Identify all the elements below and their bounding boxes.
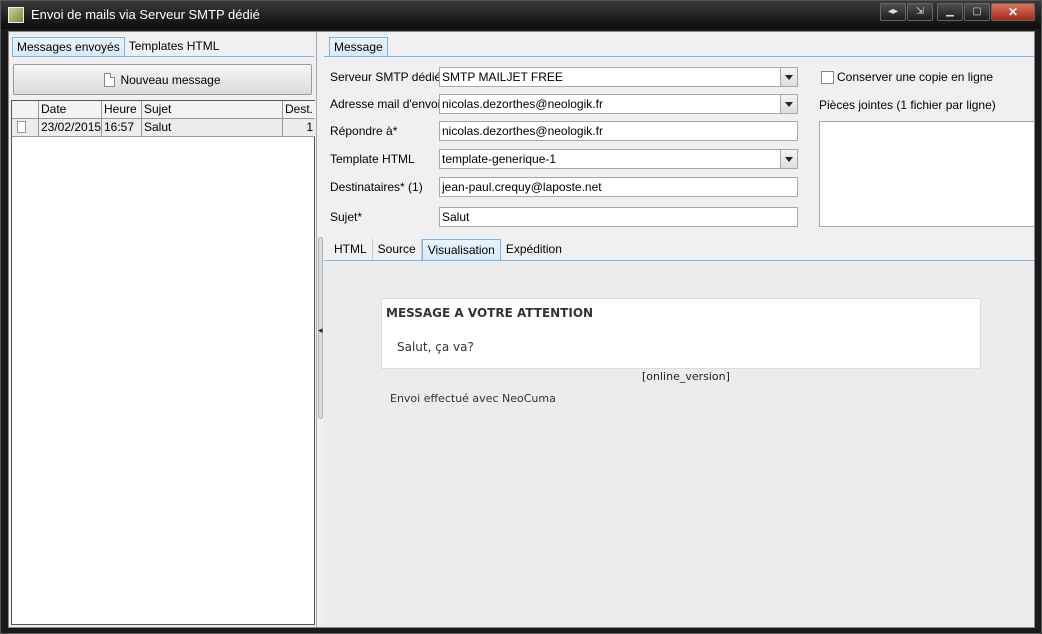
online-version-link[interactable]: [online_version] xyxy=(642,370,730,383)
minimize-button[interactable]: ▁ xyxy=(937,3,963,21)
reply-label: Répondre à* xyxy=(330,124,398,138)
column-header-date[interactable]: Date xyxy=(39,101,102,119)
document-icon xyxy=(17,121,26,133)
cell-subject: Salut xyxy=(142,119,283,137)
cell-dest: 1 xyxy=(283,119,315,137)
column-header-heure[interactable]: Heure xyxy=(102,101,142,119)
left-tab-divider xyxy=(12,56,314,57)
keep-copy-label[interactable]: Conserver une copie en ligne xyxy=(837,70,993,84)
content-tabs: HTML Source Visualisation Expédition xyxy=(329,239,567,260)
new-message-label: Nouveau message xyxy=(120,72,221,87)
smtp-server-select[interactable]: SMTP MAILJET FREE xyxy=(439,67,798,87)
attachments-textarea[interactable] xyxy=(819,121,1034,227)
recipients-label: Destinataires* (1) xyxy=(330,180,423,194)
email-preview: MESSAGE A VOTRE ATTENTION Salut, ça va? … xyxy=(324,261,1034,627)
chevron-left-icon[interactable]: ◂ xyxy=(318,325,323,336)
subject-label: Sujet* xyxy=(330,210,363,224)
email-card: MESSAGE A VOTRE ATTENTION Salut, ça va? xyxy=(381,298,981,369)
cell-date: 23/02/2015 xyxy=(39,119,102,137)
message-form: Message Serveur SMTP dédié* SMTP MAILJET… xyxy=(324,32,1034,240)
tab-expedition[interactable]: Expédition xyxy=(501,239,567,260)
left-pane: Messages envoyés Templates HTML Nouveau … xyxy=(9,32,316,627)
chevron-down-icon[interactable] xyxy=(780,95,797,113)
sent-messages-table: Date Heure Sujet Dest. 23/02/2015 16:57 … xyxy=(11,100,315,625)
from-address-select[interactable]: nicolas.dezorthes@neologik.fr xyxy=(439,94,798,114)
tab-visualisation[interactable]: Visualisation xyxy=(421,239,501,260)
left-tabs: Messages envoyés Templates HTML xyxy=(12,37,223,57)
table-header: Date Heure Sujet Dest. xyxy=(12,101,315,119)
recipients-input[interactable]: jean-paul.crequy@laposte.net xyxy=(439,177,798,197)
row-doc-cell xyxy=(12,119,39,137)
subject-input[interactable]: Salut xyxy=(439,207,798,227)
window-controls: ◂▸ ⇲ ▁ ▢ ✕ xyxy=(879,3,1035,21)
tab-source[interactable]: Source xyxy=(373,239,422,260)
tab-html[interactable]: HTML xyxy=(329,239,373,260)
column-header-dest[interactable]: Dest. xyxy=(283,101,315,119)
email-footer: Envoi effectué avec NeoCuma xyxy=(390,392,556,405)
template-select[interactable]: template-generique-1 xyxy=(439,149,798,169)
new-message-button[interactable]: Nouveau message xyxy=(13,64,312,95)
tab-messages-envoyes[interactable]: Messages envoyés xyxy=(12,37,125,56)
tab-message[interactable]: Message xyxy=(329,37,388,56)
template-value: template-generique-1 xyxy=(442,152,557,166)
exit-button[interactable]: ⇲ xyxy=(907,3,933,21)
title-bar[interactable]: Envoi de mails via Serveur SMTP dédié ◂▸… xyxy=(1,1,1041,29)
right-pane: Message Serveur SMTP dédié* SMTP MAILJET… xyxy=(324,32,1034,627)
from-value: nicolas.dezorthes@neologik.fr xyxy=(442,97,603,111)
cell-time: 16:57 xyxy=(102,119,142,137)
tab-templates-html[interactable]: Templates HTML xyxy=(125,37,224,56)
attachments-label: Pièces jointes (1 fichier par ligne) xyxy=(819,98,996,112)
reply-to-input[interactable]: nicolas.dezorthes@neologik.fr xyxy=(439,121,798,141)
template-label: Template HTML xyxy=(330,152,415,166)
from-label: Adresse mail d'envoi* xyxy=(330,97,446,111)
right-tab-divider xyxy=(324,56,1034,57)
resize-arrows-button[interactable]: ◂▸ xyxy=(880,3,906,21)
right-tabs: Message xyxy=(329,37,388,57)
table-row[interactable]: 23/02/2015 16:57 Salut 1 xyxy=(12,119,315,137)
smtp-label: Serveur SMTP dédié* xyxy=(330,70,446,84)
pane-splitter[interactable]: ◂ xyxy=(316,32,324,627)
email-heading: MESSAGE A VOTRE ATTENTION xyxy=(386,306,594,320)
keep-copy-checkbox[interactable] xyxy=(821,71,834,84)
chevron-down-icon[interactable] xyxy=(780,150,797,168)
maximize-button[interactable]: ▢ xyxy=(964,3,990,21)
email-body: Salut, ça va? xyxy=(397,340,474,354)
client-area: Messages envoyés Templates HTML Nouveau … xyxy=(8,31,1035,628)
document-icon xyxy=(104,72,116,87)
app-window: Envoi de mails via Serveur SMTP dédié ◂▸… xyxy=(0,0,1042,634)
close-button[interactable]: ✕ xyxy=(991,3,1035,21)
app-icon xyxy=(8,7,24,23)
column-header-icon[interactable] xyxy=(12,101,39,119)
column-header-sujet[interactable]: Sujet xyxy=(142,101,283,119)
chevron-down-icon[interactable] xyxy=(780,68,797,86)
window-title: Envoi de mails via Serveur SMTP dédié xyxy=(31,7,260,22)
smtp-value: SMTP MAILJET FREE xyxy=(442,70,563,84)
